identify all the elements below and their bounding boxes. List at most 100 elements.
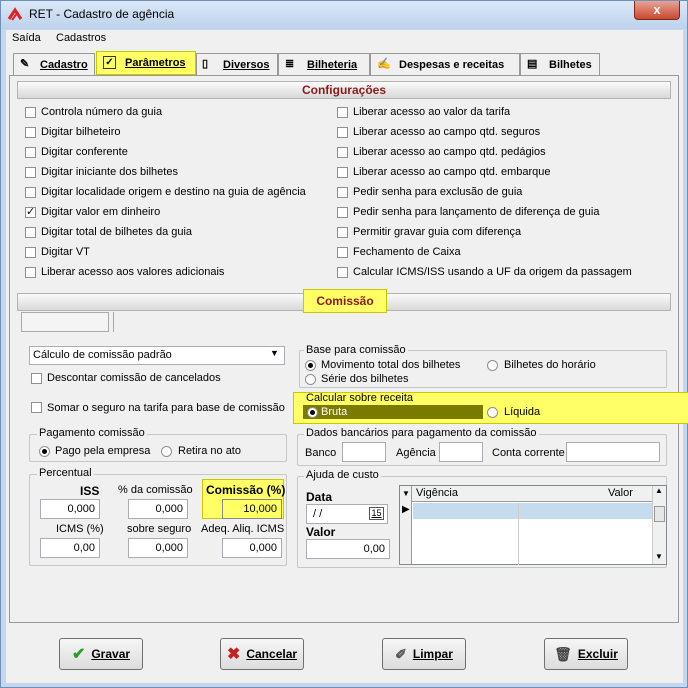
config-checkbox-label: Digitar iniciante dos bilhetes bbox=[41, 166, 178, 178]
menu-bar: Saída Cadastros bbox=[6, 30, 683, 48]
config-checkbox-label: Permitir gravar guia com diferença bbox=[353, 226, 522, 238]
data-input[interactable]: / / 15 bbox=[306, 504, 388, 524]
grid-scrollbar[interactable]: ▲ ▼ bbox=[652, 486, 666, 564]
radio-retira-ato[interactable] bbox=[161, 446, 172, 457]
config-checkbox[interactable] bbox=[25, 187, 36, 198]
config-checkbox[interactable] bbox=[337, 247, 348, 258]
conta-corrente-input[interactable] bbox=[566, 442, 660, 462]
ticket-icon: ▤ bbox=[527, 58, 538, 70]
tab-diversos[interactable]: ▯ Diversos bbox=[196, 53, 278, 75]
config-checkbox-label: Liberar acesso ao valor da tarifa bbox=[353, 106, 511, 118]
config-section-title: Configurações bbox=[17, 81, 671, 99]
icms-input[interactable]: 0,00 bbox=[40, 538, 100, 558]
comissao-pct-label: Comissão (%) bbox=[206, 483, 286, 497]
descontar-checkbox[interactable] bbox=[31, 373, 42, 384]
pct-comissao-input[interactable]: 0,000 bbox=[128, 499, 188, 519]
config-checkbox[interactable] bbox=[25, 127, 36, 138]
inner-tab-1[interactable] bbox=[21, 312, 109, 332]
inner-tab-2[interactable] bbox=[113, 312, 217, 332]
tab-cadastro[interactable]: ✎ Cadastro bbox=[13, 53, 95, 75]
grid-row-selected[interactable] bbox=[413, 503, 652, 519]
config-checkbox[interactable] bbox=[337, 107, 348, 118]
config-checkbox-label: Digitar total de bilhetes da guia bbox=[41, 226, 193, 238]
radio-bilhetes-horario-label: Bilhetes do horário bbox=[504, 359, 596, 371]
scroll-up-icon[interactable]: ▲ bbox=[655, 486, 663, 495]
radio-bilhetes-horario[interactable] bbox=[487, 360, 498, 371]
tab-despesas[interactable]: ✍ Despesas e receitas bbox=[370, 53, 520, 75]
grid-col-valor[interactable]: Valor bbox=[608, 487, 633, 499]
radio-serie-bilhetes[interactable] bbox=[305, 374, 316, 385]
gravar-label: Gravar bbox=[91, 647, 131, 661]
calc-comissao-select[interactable]: Cálculo de comissão padrão ▼ bbox=[29, 346, 285, 365]
config-checkbox-label: Fechamento de Caixa bbox=[353, 246, 461, 258]
calendar-icon[interactable]: 15 bbox=[369, 507, 384, 520]
config-checkbox[interactable] bbox=[25, 247, 36, 258]
config-checkbox[interactable] bbox=[337, 227, 348, 238]
config-checkbox[interactable] bbox=[25, 167, 36, 178]
scroll-down-icon[interactable]: ▼ bbox=[655, 552, 663, 561]
radio-movimento-total[interactable] bbox=[305, 360, 316, 371]
iss-input[interactable]: 0,000 bbox=[40, 499, 100, 519]
pct-comissao-label: % da comissão bbox=[118, 484, 193, 496]
cancelar-button[interactable]: ✖ Cancelar bbox=[220, 638, 304, 670]
tab-bilhetes[interactable]: ▤ Bilhetes bbox=[520, 53, 600, 75]
config-checkbox[interactable] bbox=[337, 147, 348, 158]
config-checkbox[interactable] bbox=[25, 205, 36, 218]
app-logo-icon bbox=[7, 7, 23, 23]
tab-label: Despesas e receitas bbox=[399, 59, 505, 71]
comissao-pct-input[interactable]: 10,000 bbox=[222, 499, 282, 519]
chevron-down-icon[interactable]: ▼ bbox=[270, 348, 279, 358]
data-label: Data bbox=[306, 490, 333, 504]
agencia-input[interactable] bbox=[439, 442, 483, 462]
somar-checkbox[interactable] bbox=[31, 402, 42, 413]
config-checkbox[interactable] bbox=[337, 267, 348, 278]
menu-cadastros[interactable]: Cadastros bbox=[56, 32, 106, 44]
tab-label: Diversos bbox=[223, 59, 270, 71]
vigencia-grid[interactable]: ▼ Vigência Valor ▶ ▲ ▼ bbox=[399, 485, 667, 565]
sobre-seguro-input[interactable]: 0,000 bbox=[128, 538, 188, 558]
banco-label: Banco bbox=[305, 447, 337, 459]
config-checkbox[interactable] bbox=[25, 107, 36, 118]
config-checkbox[interactable] bbox=[25, 267, 36, 278]
somar-label: Somar o seguro na tarifa para base de co… bbox=[47, 402, 285, 414]
tab-parametros[interactable]: ✓ Parâmetros bbox=[96, 51, 196, 75]
config-checkbox-label: Liberar acesso ao campo qtd. pedágios bbox=[353, 146, 546, 158]
menu-saida[interactable]: Saída bbox=[12, 32, 41, 44]
limpar-button[interactable]: ✐ Limpar bbox=[382, 638, 466, 670]
close-button[interactable]: x bbox=[634, 1, 680, 20]
pagamento-title: Pagamento comissão bbox=[37, 427, 147, 439]
tab-bilheteria[interactable]: ≣ Bilheteria bbox=[278, 53, 370, 75]
row-pointer-icon: ▶ bbox=[402, 504, 410, 515]
radio-bruta[interactable] bbox=[307, 407, 318, 418]
config-checkbox[interactable] bbox=[337, 167, 348, 178]
config-checkbox[interactable] bbox=[337, 187, 348, 198]
grid-col-vigencia[interactable]: Vigência bbox=[416, 487, 458, 499]
excluir-button[interactable]: 🗑 Excluir bbox=[544, 638, 628, 670]
calc-comissao-value: Cálculo de comissão padrão bbox=[33, 349, 172, 361]
config-checkbox[interactable] bbox=[337, 127, 348, 138]
trash-icon: 🗑 bbox=[554, 645, 572, 662]
radio-pago-empresa[interactable] bbox=[39, 446, 50, 457]
config-checkbox[interactable] bbox=[337, 207, 348, 218]
radio-bruta-label: Bruta bbox=[321, 406, 348, 418]
config-checkbox-label: Liberar acesso ao campo qtd. seguros bbox=[353, 126, 541, 138]
valor-label: Valor bbox=[306, 525, 336, 539]
config-checkbox[interactable] bbox=[25, 227, 36, 238]
eraser-icon: ✐ bbox=[395, 645, 407, 662]
tab-label: Bilheteria bbox=[307, 59, 358, 71]
limpar-label: Limpar bbox=[412, 647, 453, 661]
dados-bancarios-title: Dados bancários para pagamento da comiss… bbox=[304, 427, 539, 439]
descontar-label: Descontar comissão de cancelados bbox=[47, 372, 221, 384]
icms-label: ICMS (%) bbox=[56, 523, 104, 535]
valor-input[interactable]: 0,00 bbox=[306, 539, 390, 559]
data-value: / / bbox=[313, 508, 323, 520]
gravar-button[interactable]: ✔ Gravar bbox=[59, 638, 143, 670]
adeq-icms-label: Adeq. Aliq. ICMS bbox=[201, 523, 285, 535]
base-comissao-title: Base para comissão bbox=[304, 344, 408, 356]
banco-input[interactable] bbox=[342, 442, 386, 462]
scroll-thumb[interactable] bbox=[654, 506, 665, 522]
iss-label: ISS bbox=[80, 484, 100, 498]
config-checkbox[interactable] bbox=[25, 147, 36, 158]
adeq-icms-input[interactable]: 0,000 bbox=[222, 538, 282, 558]
radio-liquida[interactable] bbox=[487, 407, 498, 418]
